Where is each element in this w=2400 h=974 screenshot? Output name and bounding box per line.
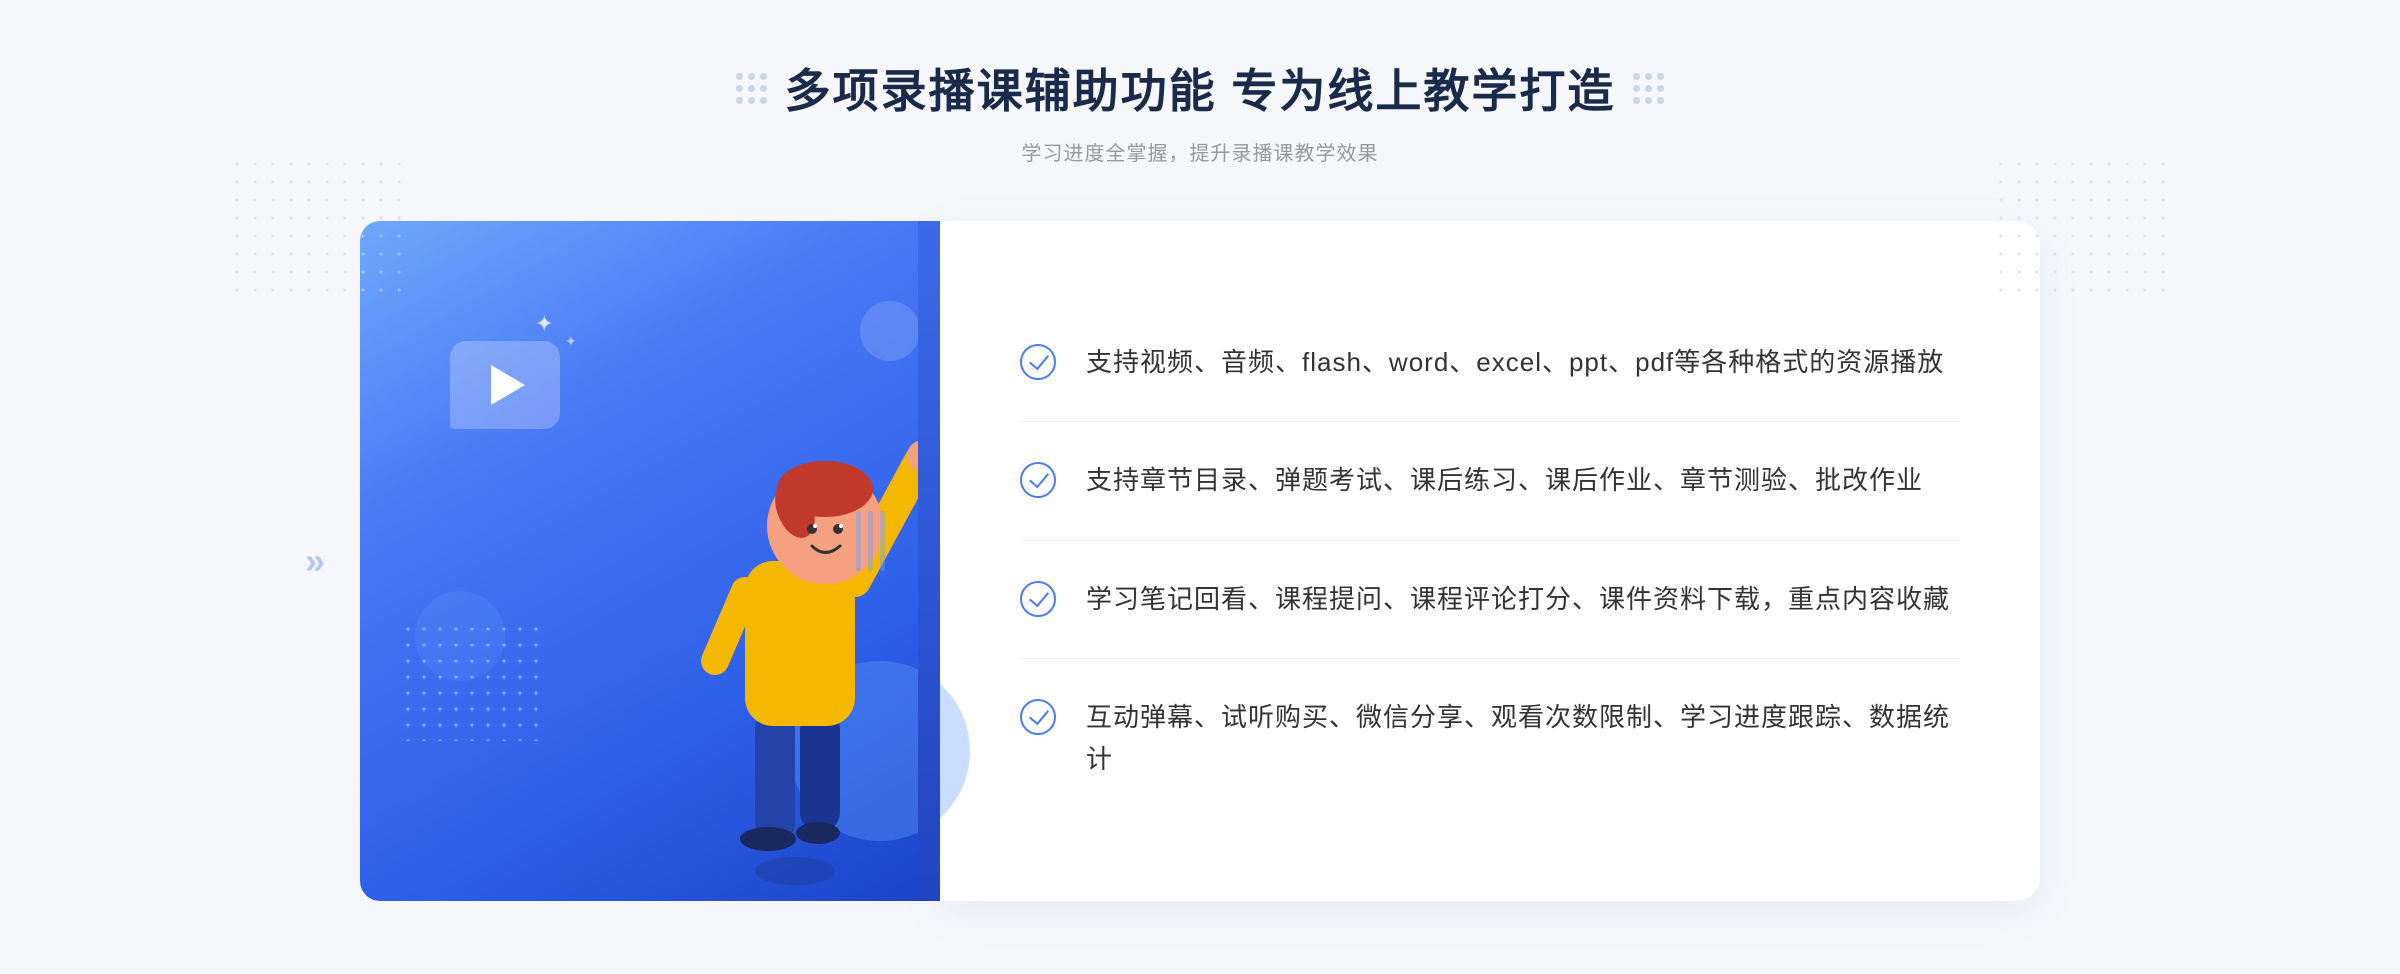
header-deco-right bbox=[1633, 73, 1664, 104]
feature-item-1: 支持视频、音频、flash、word、excel、ppt、pdf等各种格式的资源… bbox=[1020, 304, 1960, 423]
play-bubble bbox=[450, 341, 560, 429]
dot-pattern-topright bbox=[1992, 155, 2172, 305]
feature-text-3: 学习笔记回看、课程提问、课程评论打分、课件资料下载，重点内容收藏 bbox=[1086, 579, 1950, 621]
header-section: 多项录播课辅助功能 专为线上教学打造 学习进度全掌握，提升录播课教学效果 bbox=[736, 55, 1665, 166]
left-panel: ✦ ✦ bbox=[360, 221, 940, 901]
check-icon-4 bbox=[1020, 699, 1056, 735]
header-deco-left bbox=[736, 73, 767, 104]
feature-text-1: 支持视频、音频、flash、word、excel、ppt、pdf等各种格式的资源… bbox=[1086, 342, 1944, 384]
check-circle-3 bbox=[1020, 581, 1056, 617]
check-circle-1 bbox=[1020, 344, 1056, 380]
chevron-left-icon: » bbox=[305, 543, 325, 579]
header-subtitle: 学习进度全掌握，提升录播课教学效果 bbox=[736, 137, 1665, 166]
check-icon-3 bbox=[1020, 581, 1056, 617]
check-icon-2 bbox=[1020, 462, 1056, 498]
sparkle-decoration: ✦ bbox=[535, 311, 553, 337]
sparkle-decoration-2: ✦ bbox=[565, 333, 577, 350]
check-circle-4 bbox=[1020, 699, 1056, 735]
feature-item-4: 互动弹幕、试听购买、微信分享、观看次数限制、学习进度跟踪、数据统计 bbox=[1020, 659, 1960, 818]
feature-item-2: 支持章节目录、弹题考试、课后练习、课后作业、章节测验、批改作业 bbox=[1020, 422, 1960, 541]
panel-right-stripe bbox=[918, 221, 940, 901]
vert-lines bbox=[856, 511, 885, 571]
feature-text-2: 支持章节目录、弹题考试、课后练习、课后作业、章节测验、批改作业 bbox=[1086, 460, 1923, 502]
dot-pattern-topleft bbox=[228, 155, 408, 305]
play-triangle bbox=[491, 365, 525, 405]
check-circle-2 bbox=[1020, 462, 1056, 498]
header-title-row: 多项录播课辅助功能 专为线上教学打造 bbox=[736, 55, 1665, 121]
main-content: ✦ ✦ bbox=[360, 221, 2040, 901]
person-illustration bbox=[640, 341, 960, 901]
feature-item-3: 学习笔记回看、课程提问、课程评论打分、课件资料下载，重点内容收藏 bbox=[1020, 541, 1960, 660]
page-title: 多项录播课辅助功能 专为线上教学打造 bbox=[785, 55, 1616, 121]
feature-text-4: 互动弹幕、试听购买、微信分享、观看次数限制、学习进度跟踪、数据统计 bbox=[1086, 697, 1960, 780]
play-icon-area bbox=[450, 341, 560, 431]
deco-halfcircle bbox=[415, 591, 505, 681]
page-wrapper: 多项录播课辅助功能 专为线上教学打造 学习进度全掌握，提升录播课教学效果 ✦ ✦ bbox=[0, 0, 2400, 974]
right-panel: 支持视频、音频、flash、word、excel、ppt、pdf等各种格式的资源… bbox=[940, 221, 2040, 901]
check-icon-1 bbox=[1020, 344, 1056, 380]
